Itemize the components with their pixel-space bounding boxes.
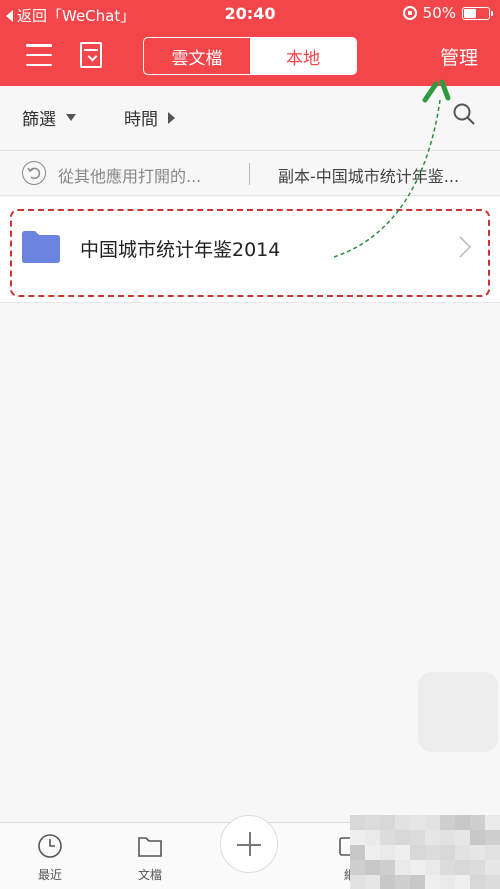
breadcrumb-item-source[interactable]: 從其他應用打開的... (58, 163, 201, 187)
rotation-lock-icon (402, 6, 417, 20)
breadcrumb-divider (249, 163, 250, 185)
time-sort-label: 時間 (124, 110, 158, 130)
inbox-icon[interactable] (80, 42, 102, 68)
annotation-highlight-box (10, 209, 490, 297)
sort-arrow-icon (168, 111, 175, 124)
file-list-item[interactable]: 中国城市统计年鉴2014 (0, 197, 500, 303)
nav-label-recent: 最近 (37, 868, 62, 882)
filter-label: 篩選 (22, 110, 56, 130)
search-icon[interactable] (452, 102, 476, 126)
filter-dropdown[interactable]: 篩選 (22, 105, 76, 130)
source-segmented-control: 雲文檔 本地 (143, 37, 357, 75)
time-sort[interactable]: 時間 (124, 105, 175, 130)
breadcrumb-item-current[interactable]: 副本-中国城市统计年鉴... (278, 163, 492, 187)
filter-bar: 篩選 時間 (0, 86, 500, 144)
manage-button[interactable]: 管理 (440, 43, 478, 70)
pixelated-watermark (350, 815, 500, 889)
tab-local[interactable]: 本地 (250, 38, 356, 74)
nav-item-recent[interactable]: 最近 (20, 833, 80, 883)
add-button[interactable] (220, 815, 278, 873)
nav-label-docs: 文檔 (137, 868, 162, 882)
floating-action-button[interactable] (418, 672, 498, 752)
status-bar: 返回「WeChat」 20:40 50% (0, 0, 500, 28)
clock-icon (38, 834, 62, 858)
dropdown-arrow-icon (66, 114, 76, 121)
breadcrumb: 從其他應用打開的... 副本-中国城市统计年鉴... (0, 150, 500, 196)
folder-outline-icon (138, 837, 162, 857)
app-header: 雲文檔 本地 管理 (0, 28, 500, 86)
menu-icon[interactable] (26, 44, 52, 66)
tab-cloud-docs[interactable]: 雲文檔 (144, 38, 250, 74)
battery-level (464, 8, 476, 18)
battery-icon (462, 6, 493, 20)
battery-percent: 50% (422, 4, 456, 22)
status-right: 50% (402, 4, 493, 22)
undo-back-icon[interactable] (22, 161, 46, 185)
nav-item-docs[interactable]: 文檔 (120, 833, 180, 883)
